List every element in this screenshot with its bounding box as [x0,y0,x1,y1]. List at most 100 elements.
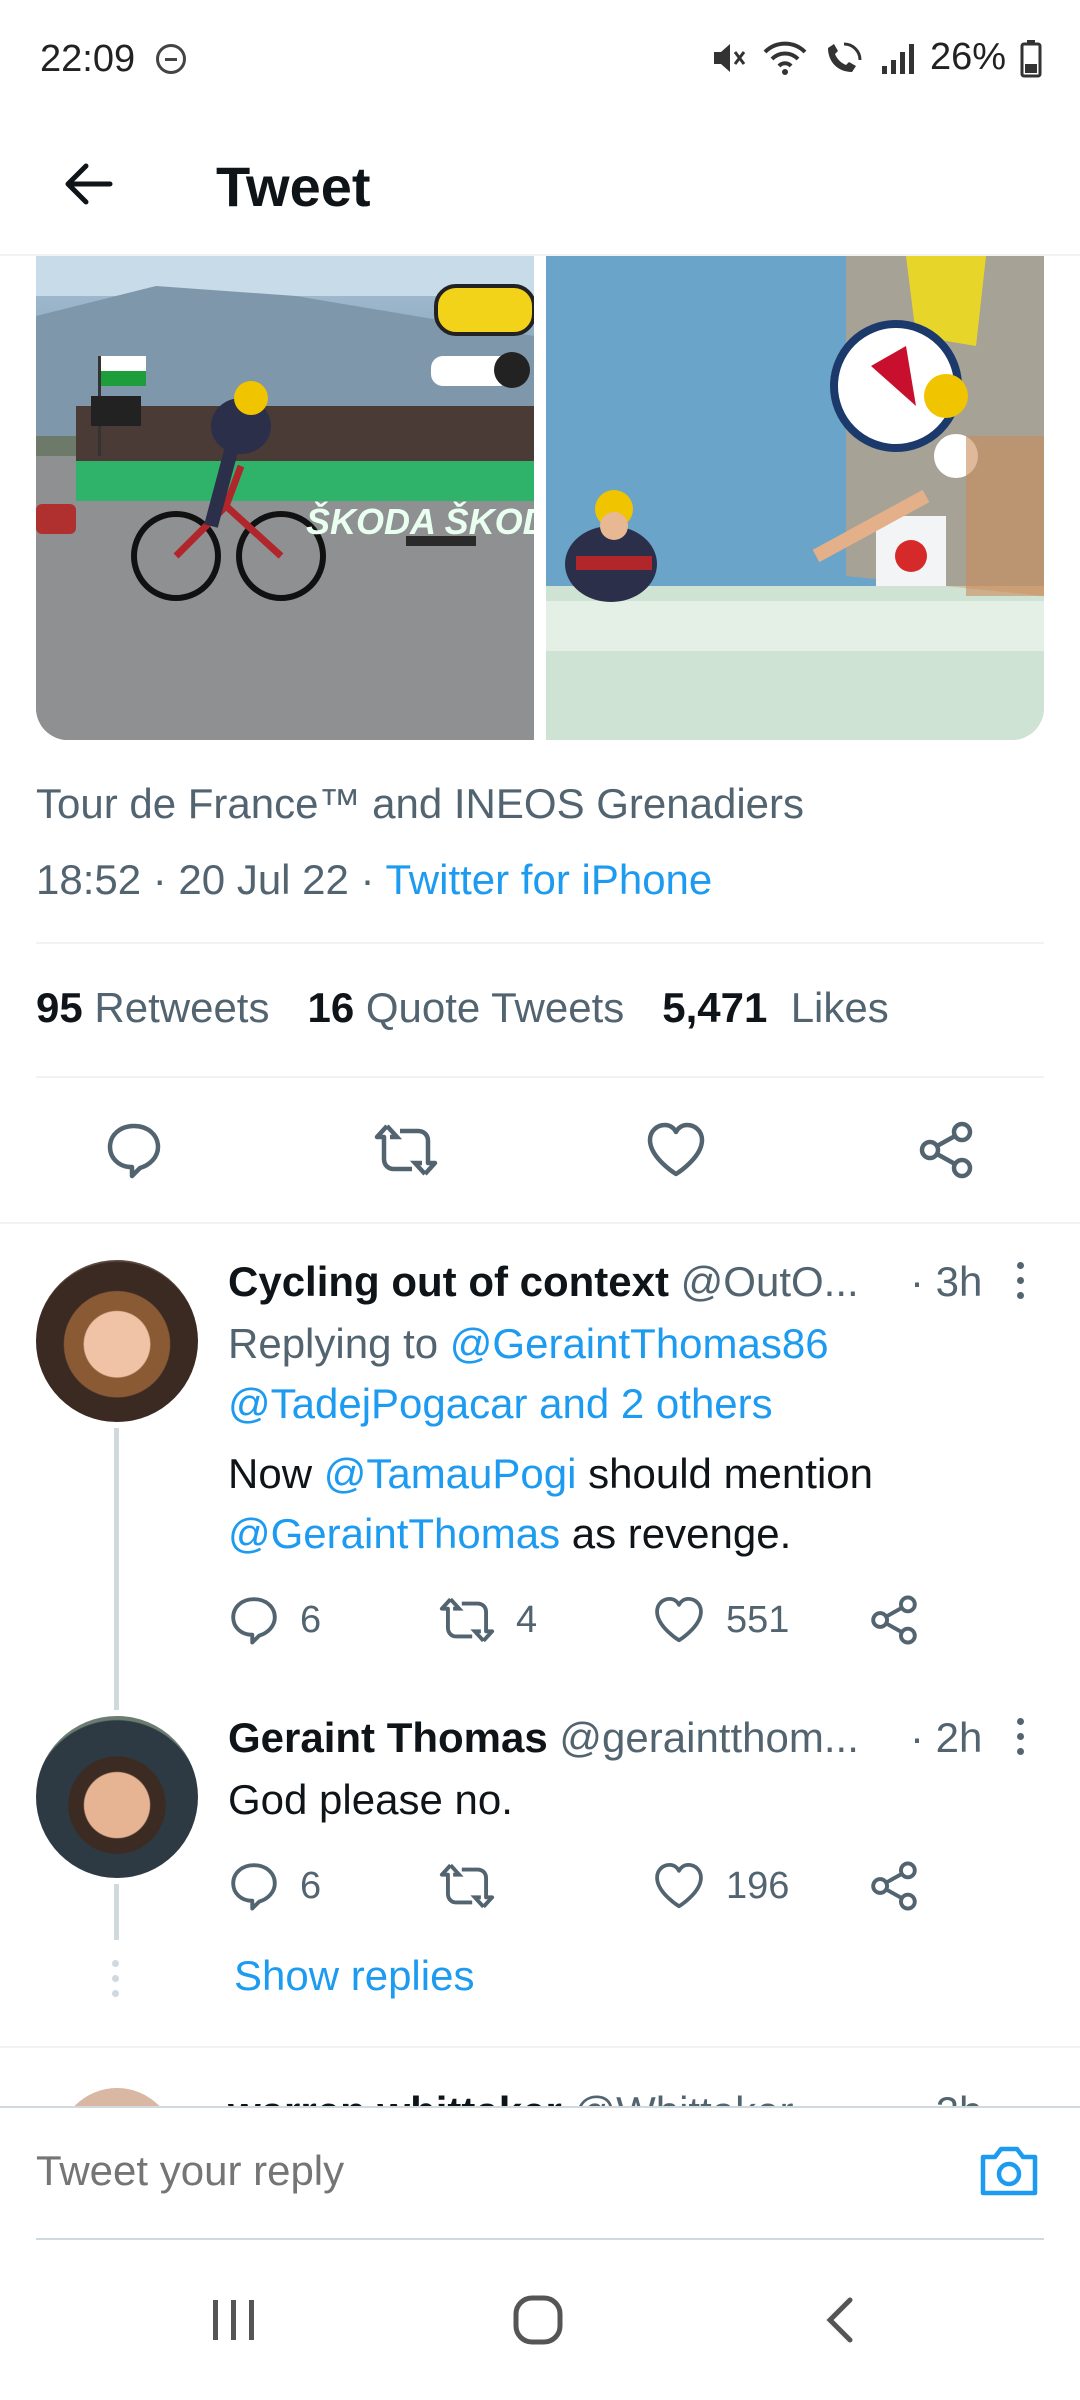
tweet-image-1[interactable]: ŠKODA ŠKODA [36,256,534,740]
wifi-icon [763,41,807,75]
battery-icon [1020,39,1042,77]
show-replies-link[interactable]: Show replies [234,1952,474,2000]
divider [36,1076,1044,1078]
reply-actions: 6 196 [228,1856,948,1916]
reply-count: 6 [300,1598,322,1641]
next-reply-peek: warren whittaker @Whittaker... · 2h [0,2050,1080,2106]
tweet-image-2[interactable] [546,256,1044,740]
camera-button[interactable] [974,2136,1044,2206]
reply-icon [231,1597,277,1645]
back-arrow-icon [65,163,113,205]
reply-author-name[interactable]: warren whittaker [228,2088,562,2106]
like-count: 196 [726,1864,790,1907]
section-divider [0,2046,1080,2048]
avatar[interactable] [36,1716,198,1878]
reply-button[interactable]: 6 [228,1590,321,1650]
reply-header: warren whittaker @Whittaker... [228,2088,826,2106]
retweets-label: Retweets [94,984,270,1031]
reply-time: · 3h [910,1258,983,1305]
share-button[interactable] [906,1110,986,1190]
retweet-button[interactable] [366,1110,446,1190]
tweet-client-link[interactable]: Twitter for iPhone [385,856,712,903]
reply-text-part: should mention [588,1450,873,1497]
avatar[interactable] [36,1260,198,1422]
thread-connector [114,1428,119,1710]
reply-time: · 2h [910,2088,982,2106]
cyclist-photo-2 [546,256,1044,740]
replying-to: Replying to @GeraintThomas86 @TadejPogac… [228,1314,829,1434]
mention-link[interactable]: @GeraintThomas86 [450,1320,829,1367]
status-bar: 22:09 26% [0,0,1080,120]
section-divider [0,1222,1080,1224]
app-header: Tweet [0,120,1080,256]
likes-count: 5,471 [662,984,768,1031]
divider [36,942,1044,944]
likes-stat[interactable]: 5,471 Likes [662,984,889,1032]
avatar[interactable] [58,2088,176,2106]
retweet-count: 4 [516,1598,538,1641]
quote-tweets-stat[interactable]: 16 Quote Tweets [307,984,624,1032]
back-button[interactable] [48,144,128,224]
page-title: Tweet [216,155,371,218]
signal-icon [881,43,914,74]
reply-author-name[interactable]: Cycling out of context [228,1258,669,1305]
share-icon [871,1595,917,1645]
replying-to-label: Replying to [228,1320,439,1367]
svg-text:ŠKODA ŠKODA: ŠKODA ŠKODA [306,500,534,542]
share-button[interactable] [868,1856,920,1916]
reply-author-handle: @Whittaker... [573,2088,826,2106]
reply-header: Geraint Thomas @geraintthom... [228,1714,859,1762]
reply-count: 6 [300,1864,322,1907]
mention-link[interactable]: @GeraintThomas [228,1510,560,1557]
retweets-stat[interactable]: 95 Retweets [36,984,269,1032]
system-nav-bar [0,2240,1080,2400]
mention-link[interactable]: @TadejPogacar and 2 others [228,1380,773,1427]
reply-icon [107,1123,161,1179]
recent-apps-icon [213,2300,254,2340]
retweet-icon [439,1597,495,1643]
reply-input[interactable] [36,2138,936,2204]
more-options-button[interactable] [1010,1262,1030,1312]
share-icon [919,1121,973,1179]
reply-button[interactable]: 6 [228,1856,321,1916]
tweet-source: Tour de France™ and INEOS Grenadiers [36,780,805,827]
reply-author-name[interactable]: Geraint Thomas [228,1714,548,1761]
likes-label: Likes [790,984,889,1031]
do-not-disturb-icon [156,44,186,74]
reply-author-handle: @geraintthom... [559,1714,859,1761]
back-nav-button[interactable] [790,2280,890,2360]
reply-author-handle: @OutO... [680,1258,859,1305]
back-chevron-icon [826,2297,853,2343]
recent-apps-button[interactable] [184,2280,284,2360]
like-button[interactable]: 196 [652,1856,789,1916]
wifi-calling-icon [827,42,862,72]
home-icon [513,2295,563,2345]
tweet-timestamp: 18:52 · 20 Jul 22 · Twitter for iPhone [36,856,712,904]
mention-link[interactable]: @TamauPogi [324,1450,577,1497]
reply-header: Cycling out of context @OutO... [228,1258,859,1306]
cyclist-photo-1: ŠKODA ŠKODA [36,256,534,740]
reply-composer [0,2106,1080,2241]
camera-icon [980,2146,1038,2196]
quote-tweets-label: Quote Tweets [365,984,625,1031]
more-options-button[interactable] [1010,1718,1030,1768]
reply-text: Now @TamauPogi should mention @GeraintTh… [228,1444,873,1564]
reply-button[interactable] [94,1110,174,1190]
share-button[interactable] [868,1590,920,1650]
reply-text-part: Now [228,1450,313,1497]
like-button[interactable]: 551 [652,1590,789,1650]
status-time: 22:09 [40,38,136,80]
reply-icon [231,1863,277,1911]
retweet-button[interactable]: 4 [438,1590,537,1650]
heart-icon [655,1597,703,1643]
battery-percent: 26% [929,36,1006,78]
home-button[interactable] [488,2280,588,2360]
retweet-button[interactable] [438,1856,516,1916]
retweets-count: 95 [36,984,83,1031]
reply-actions: 6 4 551 [228,1590,948,1650]
thread-connector [114,1884,119,1940]
like-button[interactable] [636,1110,716,1190]
reply-text-part: as revenge. [571,1510,792,1557]
mute-icon [713,43,746,72]
tweet-stats: 95 Retweets 16 Quote Tweets 5,471 Likes [36,984,889,1032]
